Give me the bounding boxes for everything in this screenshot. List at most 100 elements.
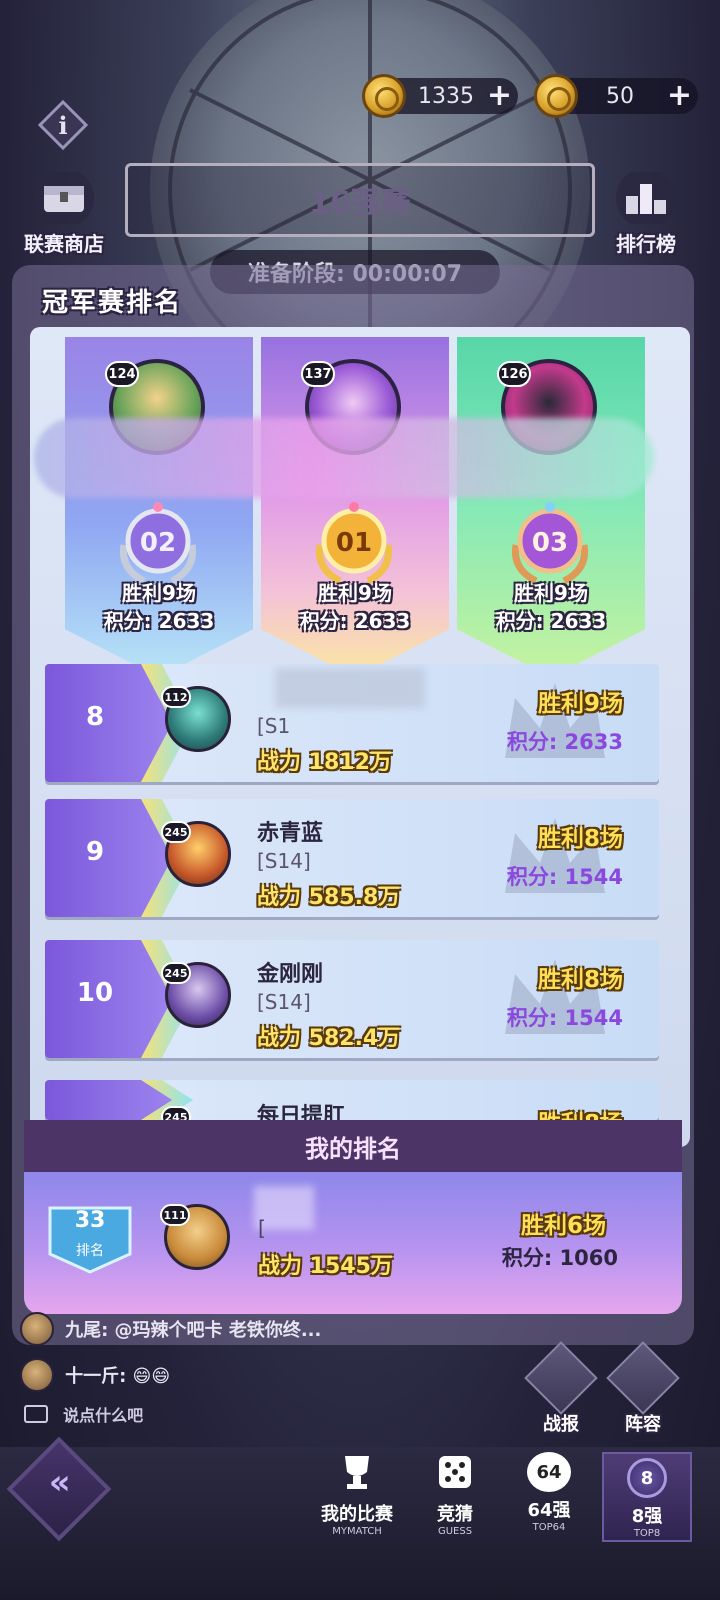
chat-avatar: [20, 1312, 54, 1346]
rank-number: 10: [76, 978, 114, 1008]
svg-text:01: 01: [336, 528, 372, 558]
podium-score: 积分: 2633: [103, 609, 215, 633]
podium-score: 积分: 2633: [299, 609, 411, 633]
rank-number: 8: [85, 702, 105, 732]
wins-count: 胜利9场: [537, 691, 623, 717]
league-shop-button[interactable]: 联赛商店: [14, 168, 114, 257]
podium-ranking-icon: [616, 168, 676, 228]
table-row[interactable]: 10 245 金刚刚 [S14] 战力 582.4万 胜利8场 积分: 1544: [45, 940, 659, 1058]
table-row[interactable]: 245 每日提肛 胜利8场: [45, 1080, 659, 1120]
chat-message: 九尾: @玛辣个吧卡 老铁你终...: [20, 1312, 321, 1346]
power-value: 战力 1812万: [257, 750, 392, 775]
ranking-button[interactable]: 排行榜: [606, 168, 686, 257]
wins-count: 胜利8场: [537, 967, 623, 993]
top8-icon: 8: [627, 1458, 667, 1498]
level-badge: 124: [105, 361, 139, 387]
my-power-value: 战力 1545万: [258, 1254, 393, 1279]
silver-medal-icon: 02: [119, 502, 197, 585]
nav-top8[interactable]: 8 8强 TOP8: [602, 1452, 692, 1542]
gold-medal-icon: 01: [315, 502, 393, 585]
gold-coin-icon: [362, 74, 406, 118]
table-row[interactable]: 8 112 [S1 战力 1812万 胜利9场 积分: 2633: [45, 664, 659, 782]
chat-message: 十一斤: 😄😄: [20, 1358, 170, 1392]
trophy-icon: [345, 1456, 369, 1489]
battle-report-button[interactable]: 战报: [524, 1341, 598, 1436]
medal-amount: 50: [606, 83, 634, 109]
top64-icon: 64: [527, 1452, 571, 1492]
power-value: 战力 585.8万: [257, 885, 401, 910]
panel-title: 冠军赛排名: [42, 288, 183, 318]
nav-label: 竞猜: [437, 1504, 473, 1525]
table-row[interactable]: 9 245 赤青蓝 [S14] 战力 585.8万 胜利8场 积分: 1544: [45, 799, 659, 917]
bronze-medal-icon: 03: [511, 502, 589, 585]
nav-label: 我的比赛: [321, 1504, 393, 1525]
double-chevron-left-icon: «: [48, 1462, 71, 1503]
my-rank-row[interactable]: 33 排名 111 [ 战力 1545万 胜利6场 积分: 1060: [24, 1172, 682, 1314]
my-score-value: 积分: 1060: [501, 1246, 618, 1270]
nav-my-match[interactable]: 我的比赛 MYMATCH: [312, 1452, 402, 1537]
shop-chest-icon: [34, 168, 94, 228]
podium-rank-2[interactable]: 124 02 胜利9场 积分: 2633: [65, 337, 253, 677]
nav-top64[interactable]: 64 64强 TOP64: [504, 1452, 594, 1533]
level-badge: 137: [301, 361, 335, 387]
battle-report-icon: [524, 1341, 598, 1415]
gold-currency-bar: 1335 +: [362, 74, 518, 118]
level-badge: 112: [161, 686, 191, 708]
podium-wins: 胜利9场: [318, 581, 392, 605]
chat-input[interactable]: 说点什么吧: [24, 1402, 143, 1426]
nav-sub: TOP8: [633, 1528, 661, 1539]
svg-text:03: 03: [532, 528, 568, 558]
score-value: 积分: 1544: [506, 865, 623, 889]
info-button[interactable]: i: [37, 99, 89, 154]
gold-medal-coin-icon: [534, 74, 578, 118]
stage-title-plate: 16强赛: [125, 163, 595, 237]
my-rank-header: 我的排名: [24, 1120, 682, 1172]
level-badge: 245: [161, 962, 191, 984]
podium-wins: 胜利9场: [122, 581, 196, 605]
chat-text: 九尾: @玛辣个吧卡 老铁你终...: [65, 1320, 322, 1341]
nav-label: 64强: [527, 1500, 571, 1521]
player-name: 每日提肛: [257, 1104, 346, 1120]
add-medal-button[interactable]: +: [667, 81, 692, 111]
score-value: 积分: 2633: [506, 730, 623, 754]
server-tag: [: [258, 1216, 266, 1240]
level-badge: 126: [497, 361, 531, 387]
ranking-label: 排行榜: [616, 232, 676, 256]
lineup-shield-icon: [606, 1341, 680, 1415]
server-tag: [S14]: [257, 990, 311, 1014]
wins-count: 胜利8场: [538, 1104, 623, 1120]
stage-title: 16强赛: [309, 186, 411, 221]
podium-wins: 胜利9场: [514, 581, 588, 605]
score-value: 积分: 1544: [506, 1006, 623, 1030]
power-value: 战力 582.4万: [257, 1026, 401, 1051]
lineup-button[interactable]: 阵容: [606, 1341, 680, 1436]
nav-sub: GUESS: [437, 1526, 473, 1537]
player-name: 赤青蓝: [257, 821, 324, 846]
svg-text:02: 02: [140, 528, 176, 558]
server-tag: [S14]: [257, 849, 311, 873]
dice-icon: [439, 1456, 471, 1488]
svg-text:i: i: [58, 111, 67, 140]
info-icon: i: [37, 99, 89, 151]
gold-amount: 1335: [418, 83, 474, 109]
rank-number: 9: [85, 837, 105, 867]
podium-rank-1[interactable]: 137 01 胜利9场 积分: 2633: [261, 337, 449, 677]
podium-rank-3[interactable]: 126 03 胜利9场 积分: 2633: [457, 337, 645, 677]
level-badge: 245: [161, 1106, 191, 1120]
chat-bubble-icon: [24, 1405, 48, 1423]
server-tag: [S1: [257, 714, 291, 738]
level-badge: 111: [160, 1204, 190, 1226]
my-wins-count: 胜利6场: [520, 1213, 606, 1239]
chat-placeholder: 说点什么吧: [63, 1406, 144, 1425]
rank-shield-badge: [48, 1206, 132, 1274]
medal-currency-bar: 50 +: [534, 74, 698, 118]
nav-label: 8强: [631, 1506, 663, 1527]
nav-guess[interactable]: 竞猜 GUESS: [410, 1452, 500, 1537]
add-gold-button[interactable]: +: [487, 81, 512, 111]
chat-avatar: [20, 1358, 54, 1392]
league-shop-label: 联赛商店: [24, 232, 104, 256]
podium-score: 积分: 2633: [495, 609, 607, 633]
player-name: 金刚刚: [257, 962, 324, 987]
blurred-name: [275, 668, 425, 708]
level-badge: 245: [161, 821, 191, 843]
